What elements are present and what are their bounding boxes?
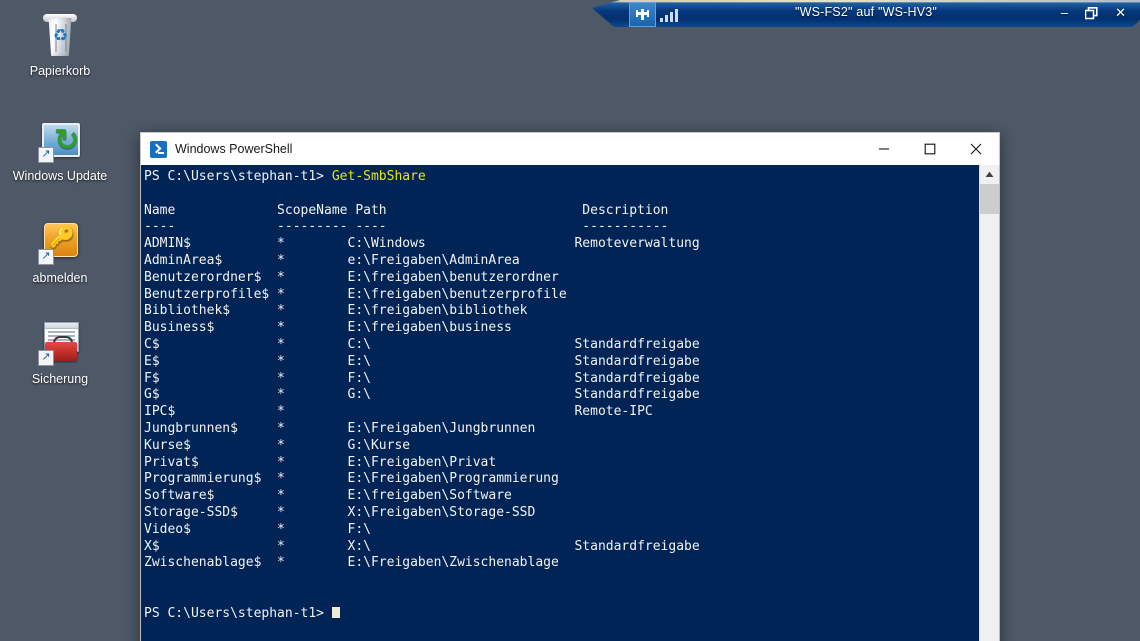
- windows-update-icon: ↻ ↗: [36, 117, 84, 165]
- vm-connection-bar: "WS-FS2" auf "WS-HV3" – ✕: [592, 0, 1140, 27]
- powershell-window-title: Windows PowerShell: [175, 142, 293, 156]
- powershell-maximize-button[interactable]: [907, 133, 953, 165]
- console-cursor: [331, 606, 340, 618]
- desktop-icon-label: Sicherung: [31, 372, 89, 386]
- connection-minimize-button[interactable]: –: [1061, 3, 1068, 23]
- connection-close-button[interactable]: ✕: [1115, 3, 1126, 23]
- desktop-icon-label: abmelden: [32, 271, 88, 285]
- console-command: Get-SmbShare: [331, 169, 426, 184]
- powershell-scrollbar[interactable]: [979, 165, 999, 641]
- connection-bar-highlight: [620, 0, 1140, 2]
- desktop-icon-papierkorb[interactable]: ♻ Papierkorb: [0, 12, 120, 79]
- powershell-minimize-button[interactable]: [861, 133, 907, 165]
- recycle-bin-icon: ♻: [36, 12, 84, 60]
- desktop-icon-abmelden[interactable]: 🔑 ↗ abmelden: [0, 219, 120, 286]
- desktop-icon-sicherung[interactable]: ↗ Sicherung: [0, 320, 120, 387]
- scrollbar-thumb[interactable]: [980, 184, 999, 214]
- powershell-window-controls: [861, 133, 999, 165]
- shortcut-overlay-icon: ↗: [38, 147, 54, 163]
- desktop-icon-label: Windows Update: [12, 169, 108, 183]
- powershell-close-button[interactable]: [953, 133, 999, 165]
- connection-bar-controls: – ✕: [1061, 3, 1126, 23]
- powershell-body: PS C:\Users\stephan-t1> Get-SmbShare Nam…: [140, 165, 1000, 641]
- powershell-console-output[interactable]: PS C:\Users\stephan-t1> Get-SmbShare Nam…: [141, 165, 980, 641]
- powershell-titlebar[interactable]: Windows PowerShell: [140, 132, 1000, 165]
- powershell-icon: [150, 140, 167, 158]
- connection-restore-button[interactable]: [1085, 6, 1098, 20]
- connection-bar-title: "WS-FS2" auf "WS-HV3": [794, 5, 938, 19]
- shortcut-overlay-icon: ↗: [38, 350, 54, 366]
- desktop-screen: ♻ Papierkorb ↻ ↗ Windows Update 🔑 ↗ abme…: [0, 0, 1140, 641]
- desktop-icon-windows-update[interactable]: ↻ ↗ Windows Update: [0, 117, 120, 184]
- toolbox-icon: ↗: [36, 320, 84, 368]
- shortcut-overlay-icon: ↗: [38, 249, 54, 265]
- key-icon: 🔑 ↗: [36, 219, 84, 267]
- scroll-up-arrow-icon[interactable]: [980, 165, 999, 183]
- desktop-icon-label: Papierkorb: [29, 64, 91, 78]
- powershell-window: Windows PowerShell PS C:\Users\stephan-t…: [140, 132, 1000, 641]
